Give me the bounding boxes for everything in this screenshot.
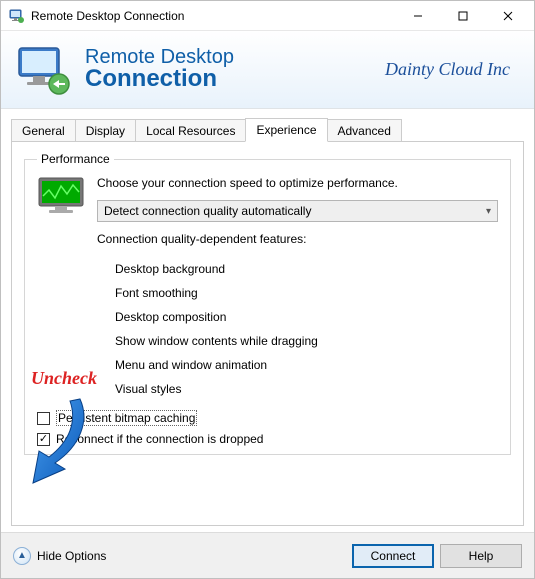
reconnect-checkbox[interactable] [37,433,50,446]
close-button[interactable] [485,2,530,30]
rdc-banner-icon [15,42,71,98]
tab-panel-experience: Performance Choose your connection speed… [11,141,524,526]
bitmap-cache-label[interactable]: Persistent bitmap caching [56,410,197,426]
combo-value: Detect connection quality automatically [104,204,311,218]
brand-text: Dainty Cloud Inc [385,59,520,80]
feature-item: Show window contents while dragging [115,334,498,348]
performance-intro: Choose your connection speed to optimize… [97,176,498,190]
tab-strip: General Display Local Resources Experien… [1,109,534,141]
feature-item: Menu and window animation [115,358,498,372]
chevron-down-icon: ▾ [486,206,491,217]
feature-item: Font smoothing [115,286,498,300]
tab-advanced[interactable]: Advanced [327,119,402,142]
chevron-up-circle-icon: ▲ [13,547,31,565]
minimize-button[interactable] [395,2,440,30]
rdc-app-icon [9,8,25,24]
help-button[interactable]: Help [440,544,522,568]
tab-local-resources[interactable]: Local Resources [135,119,246,142]
rdc-window: Remote Desktop Connection [0,0,535,579]
reconnect-label[interactable]: Reconnect if the connection is dropped [56,432,263,446]
connection-speed-combo[interactable]: Detect connection quality automatically … [97,200,498,222]
window-controls [395,2,530,30]
checkbox-area: Persistent bitmap caching Reconnect if t… [37,410,498,446]
monitor-perf-icon [37,176,85,216]
maximize-button[interactable] [440,2,485,30]
feature-item: Desktop background [115,262,498,276]
performance-legend: Performance [37,152,114,166]
performance-group: Performance Choose your connection speed… [24,152,511,455]
connect-button[interactable]: Connect [352,544,434,568]
tab-experience[interactable]: Experience [245,118,327,142]
bitmap-cache-row: Persistent bitmap caching [37,410,498,426]
banner-text: Remote Desktop Connection [85,46,234,93]
feature-item: Desktop composition [115,310,498,324]
tab-general[interactable]: General [11,119,76,142]
hide-options-toggle[interactable]: ▲ Hide Options [13,547,106,565]
window-title: Remote Desktop Connection [31,9,395,23]
banner-line2: Connection [85,65,234,93]
banner: Remote Desktop Connection Dainty Cloud I… [1,31,534,109]
titlebar: Remote Desktop Connection [1,1,534,31]
features-list: Desktop background Font smoothing Deskto… [115,262,498,396]
reconnect-row: Reconnect if the connection is dropped [37,432,498,446]
bitmap-cache-checkbox[interactable] [37,412,50,425]
footer: ▲ Hide Options Connect Help [1,532,534,578]
tab-display[interactable]: Display [75,119,136,142]
hide-options-label: Hide Options [37,549,106,563]
feature-item: Visual styles [115,382,498,396]
features-heading: Connection quality-dependent features: [97,232,498,246]
